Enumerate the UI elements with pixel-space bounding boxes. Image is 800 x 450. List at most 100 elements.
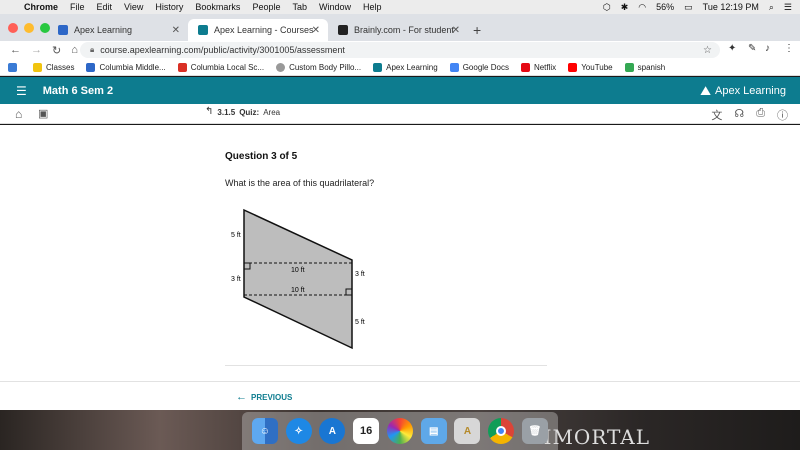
menu-history[interactable]: History [155, 2, 183, 12]
bookmark-item[interactable]: spanish [624, 62, 666, 72]
tab-brainly[interactable]: Brainly.com - For students. By ✕ [328, 19, 468, 41]
bookmark-icon [86, 62, 96, 72]
close-tab-icon[interactable]: ✕ [312, 25, 320, 36]
print-icon[interactable]: ⎙ [756, 107, 765, 123]
menubar-status: ⬡ ✱ ◠ 56% ▭ Tue 12:19 PM ⌕ ☰ [603, 0, 792, 14]
menu-people[interactable]: People [252, 2, 280, 12]
menu-view[interactable]: View [124, 2, 143, 12]
bookmark-item[interactable]: Columbia Local Sc... [177, 62, 264, 72]
reload-icon[interactable]: ↻ [52, 44, 61, 57]
translate-icon[interactable]: 文 [711, 107, 722, 123]
new-tab-button[interactable]: + [473, 22, 481, 38]
bookmark-label: Netflix [533, 62, 557, 72]
apps-icon [8, 62, 17, 72]
bookmark-item[interactable]: Columbia Middle... [86, 62, 166, 72]
home-icon[interactable]: ⌂ [15, 107, 22, 121]
notification-icon[interactable]: ☰ [784, 2, 792, 13]
activity-tools: 文 ☊ ⎙ ⓘ [711, 107, 788, 123]
question-text: What is the area of this quadrilateral? [225, 178, 375, 188]
url-text[interactable]: course.apexlearning.com/public/activity/… [100, 45, 345, 55]
search-icon[interactable]: ⌕ [769, 2, 774, 13]
battery-percent[interactable]: 56% [656, 2, 674, 12]
bookmark-item[interactable]: Netflix [520, 62, 557, 72]
minimize-window-button[interactable] [24, 23, 34, 33]
bookmark-label: Custom Body Pillo... [289, 62, 362, 72]
bookmark-label: Google Docs [462, 62, 509, 72]
bookmark-label: spanish [637, 62, 666, 72]
forward-icon[interactable]: → [31, 44, 42, 56]
profile-avatar-icon[interactable]: ♪ [765, 43, 770, 54]
activity-toolbar: ⌂ ▣ ↰ 3.1.5 Quiz: Area 文 ☊ ⎙ ⓘ [0, 104, 800, 124]
text-to-speech-icon[interactable]: ☊ [734, 107, 744, 123]
netflix-icon [520, 62, 530, 72]
back-arrow-icon[interactable]: ↰ [205, 106, 213, 117]
photos-icon[interactable] [386, 418, 413, 444]
bookmark-item[interactable]: Classes [33, 62, 75, 72]
tab-title: Brainly.com - For students. By [354, 25, 454, 35]
close-window-button[interactable] [8, 23, 18, 33]
tab-title: Apex Learning - Courses [214, 25, 314, 35]
label-left-top: 5 ft [231, 232, 241, 239]
bookmark-label: Classes [46, 62, 75, 72]
apex-icon [373, 62, 383, 72]
close-tab-icon[interactable]: ✕ [172, 25, 180, 36]
url-bar[interactable]: 🔒︎ course.apexlearning.com/public/activi… [80, 42, 720, 58]
window-controls [8, 23, 50, 33]
hamburger-menu-icon[interactable]: ☰ [16, 84, 27, 98]
apex-brand-text: Apex Learning [715, 84, 786, 97]
briefcase-icon[interactable]: ▣ [38, 107, 48, 120]
chrome-menu-icon[interactable]: ⋮ [784, 43, 794, 54]
home-button-icon[interactable]: ⌂ [71, 44, 78, 56]
bookmark-label: Apex Learning [386, 62, 438, 72]
menu-window[interactable]: Window [319, 2, 351, 12]
previous-label: PREVIOUS [251, 392, 293, 402]
close-tab-icon[interactable]: ✕ [452, 25, 460, 36]
wifi-icon[interactable]: ◠ [638, 2, 646, 13]
bookmark-item[interactable]: Apex Learning [373, 62, 438, 72]
extension-icon[interactable]: ✎ [748, 43, 756, 54]
google-docs-icon [449, 62, 459, 72]
bookmark-item[interactable]: YouTube [568, 62, 613, 72]
dock: ☺ ✧ A 16 ▤ A 🗑︎ [242, 412, 558, 450]
content-divider [225, 365, 547, 366]
preview-icon[interactable]: ▤ [420, 418, 447, 444]
trash-icon[interactable]: 🗑︎ [522, 418, 548, 444]
bookmark-item[interactable]: Custom Body Pillo... [276, 62, 362, 72]
safari-icon[interactable]: ✧ [285, 418, 312, 444]
tab-apex-learning[interactable]: Apex Learning ✕ [48, 19, 188, 41]
bookmark-star-icon[interactable]: ☆ [703, 45, 712, 56]
activity-name: Area [263, 108, 281, 117]
previous-button[interactable]: ← PREVIOUS [236, 391, 292, 403]
back-icon[interactable]: ← [10, 44, 21, 56]
question-area: Question 3 of 5 What is the area of this… [0, 125, 800, 410]
app-store-icon[interactable]: A [319, 418, 346, 444]
app-menu[interactable]: Chrome [24, 2, 58, 12]
bluetooth-icon[interactable]: ✱ [621, 2, 629, 13]
menu-bookmarks[interactable]: Bookmarks [195, 2, 240, 12]
bookmark-icon [624, 62, 634, 72]
lock-icon[interactable]: 🔒︎ [90, 45, 94, 55]
tab-apex-courses[interactable]: Apex Learning - Courses ✕ [188, 19, 328, 41]
menu-tab[interactable]: Tab [292, 2, 307, 12]
quadrilateral-figure: 5 ft 3 ft 10 ft 10 ft 3 ft 5 ft [231, 208, 365, 350]
menu-edit[interactable]: Edit [97, 2, 113, 12]
help-icon[interactable]: ⓘ [777, 107, 788, 123]
font-book-icon[interactable]: A [454, 418, 481, 444]
menu-file[interactable]: File [70, 2, 85, 12]
bookmark-item[interactable]: Google Docs [449, 62, 509, 72]
battery-icon[interactable]: ▭ [684, 2, 693, 13]
menu-help[interactable]: Help [363, 2, 382, 12]
calendar-icon[interactable]: 16 [353, 418, 380, 444]
dropbox-icon[interactable]: ⬡ [603, 2, 611, 13]
bookmark-icon [276, 62, 286, 72]
tab-strip: Apex Learning ✕ Apex Learning - Courses … [0, 14, 800, 41]
clock[interactable]: Tue 12:19 PM [703, 2, 759, 12]
chrome-icon[interactable] [488, 418, 515, 444]
brainly-favicon-icon [338, 25, 348, 35]
bookmark-apps[interactable] [8, 62, 21, 72]
finder-icon[interactable]: ☺ [251, 418, 278, 444]
extension-puzzle-icon[interactable]: ✦ [728, 43, 736, 54]
label-right-bottom: 5 ft [355, 319, 365, 326]
course-title: Math 6 Sem 2 [42, 84, 114, 97]
mac-menubar: Chrome File Edit View History Bookmarks … [0, 0, 800, 14]
